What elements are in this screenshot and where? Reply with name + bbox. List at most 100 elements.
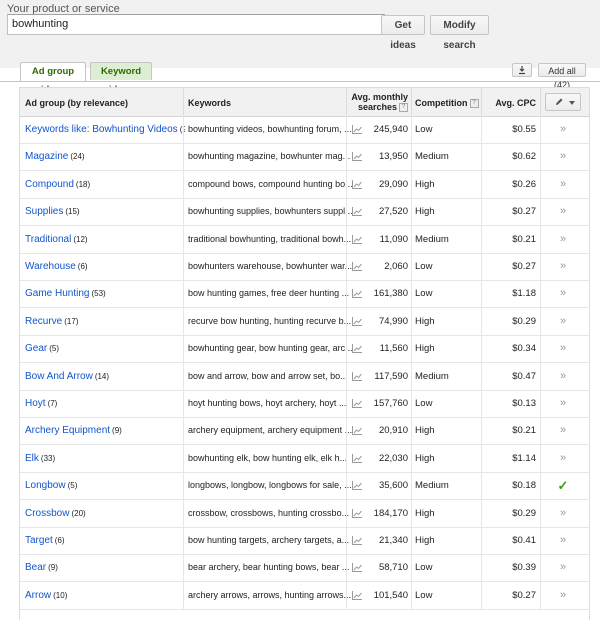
help-icon[interactable]: ? [469, 99, 479, 109]
add-to-plan-icon[interactable]: » [555, 253, 571, 280]
ad-group-name[interactable]: Bow And Arrow (14) [25, 363, 185, 390]
header-keywords[interactable]: Keywords [188, 98, 231, 108]
header-searches[interactable]: Avg. monthly searches? [348, 92, 408, 113]
keyword-count: (7) [47, 399, 58, 408]
trend-chart-icon[interactable] [352, 152, 362, 162]
ad-group-link[interactable]: Hoyt [25, 398, 46, 409]
ad-group-link[interactable]: Traditional [25, 234, 71, 245]
add-to-plan-icon[interactable]: » [555, 363, 571, 390]
ad-group-name[interactable]: Compound (18) [25, 171, 185, 198]
ad-group-link[interactable]: Magazine [25, 151, 68, 162]
tab-ad-group-ideas[interactable]: Ad group ideas [20, 62, 86, 95]
trend-chart-icon[interactable] [352, 207, 362, 217]
add-to-plan-icon[interactable]: » [555, 226, 571, 253]
header-competition[interactable]: Competition? [415, 98, 479, 109]
ad-group-link[interactable]: Bear [25, 562, 46, 573]
add-to-plan-icon[interactable]: » [555, 280, 571, 307]
trend-chart-icon[interactable] [352, 125, 362, 134]
ad-group-link[interactable]: Archery Equipment [25, 425, 110, 436]
add-to-plan-icon[interactable]: » [555, 582, 571, 609]
add-all-button[interactable]: Add all (42) [538, 63, 586, 90]
ad-group-name[interactable]: Gear (5) [25, 335, 185, 362]
add-to-plan-icon[interactable]: » [555, 500, 571, 527]
trend-chart-icon[interactable] [352, 316, 362, 326]
ad-group-name[interactable]: Hoyt (7) [25, 390, 185, 417]
ad-group-name[interactable]: Warehouse (6) [25, 253, 185, 280]
trend-chart-icon[interactable] [352, 481, 362, 491]
add-to-plan-icon[interactable]: » [555, 143, 571, 170]
tab-keyword-ideas[interactable]: Keyword ideas [90, 62, 152, 95]
ad-group-name[interactable]: Archery Equipment (9) [25, 417, 185, 444]
modify-search-button[interactable]: Modify search [430, 15, 489, 51]
ad-group-name[interactable]: Target (6) [25, 527, 185, 554]
keywords-preview: bear archery, bear hunting bows, bear ..… [188, 562, 350, 573]
ad-group-link[interactable]: Elk [25, 453, 39, 464]
header-ad-group[interactable]: Ad group (by relevance) [25, 98, 128, 108]
ad-group-name[interactable]: Recurve (17) [25, 308, 185, 335]
add-to-plan-icon[interactable]: » [555, 308, 571, 335]
trend-chart-icon[interactable] [352, 536, 362, 545]
added-check-icon[interactable]: ✓ [555, 472, 571, 499]
keywords-preview: traditional bowhunting, traditional bowh… [188, 233, 352, 244]
column-divider [481, 581, 482, 609]
ad-group-link[interactable]: Supplies [25, 206, 63, 217]
ad-group-link[interactable]: Arrow [25, 590, 51, 601]
ad-group-link[interactable]: Compound [25, 179, 74, 190]
ad-group-link[interactable]: Warehouse [25, 261, 76, 272]
column-divider [183, 225, 184, 253]
add-to-plan-icon[interactable]: » [555, 554, 571, 581]
trend-chart-icon[interactable] [352, 563, 362, 573]
ad-group-name[interactable]: Supplies (15) [25, 198, 185, 225]
ad-group-link[interactable]: Keywords like: Bowhunting Videos [25, 124, 178, 135]
get-ideas-button[interactable]: Get ideas [381, 15, 425, 51]
help-icon[interactable]: ? [399, 103, 408, 113]
ad-group-name[interactable]: Longbow (5) [25, 472, 185, 499]
column-options-button[interactable] [545, 93, 581, 111]
keywords-preview: bow hunting games, free deer hunting ... [188, 288, 350, 299]
header-avg-cpc[interactable]: Avg. CPC [490, 98, 536, 108]
column-divider [411, 444, 412, 472]
ad-group-name[interactable]: Traditional (12) [25, 226, 185, 253]
ad-group-name[interactable]: Elk (33) [25, 445, 185, 472]
ad-group-name[interactable]: Crossbow (20) [25, 500, 185, 527]
keyword-count: (14) [94, 371, 110, 381]
add-to-plan-icon[interactable]: » [555, 116, 571, 143]
add-to-plan-icon[interactable]: » [555, 335, 571, 362]
table-header: Ad group (by relevance) Keywords Avg. mo… [20, 88, 589, 117]
ad-group-name[interactable]: Arrow (10) [25, 582, 185, 609]
trend-chart-icon[interactable] [352, 262, 362, 271]
trend-chart-icon[interactable] [352, 590, 362, 600]
ad-group-link[interactable]: Gear [25, 343, 47, 354]
trend-chart-icon[interactable] [352, 399, 362, 408]
column-divider [540, 116, 541, 143]
ad-group-link[interactable]: Recurve [25, 316, 62, 327]
add-to-plan-icon[interactable]: » [555, 445, 571, 472]
ad-group-name[interactable]: Magazine (24) [25, 143, 185, 170]
ad-group-link[interactable]: Game Hunting [25, 288, 89, 299]
ad-group-link[interactable]: Crossbow [25, 508, 69, 519]
trend-chart-icon[interactable] [352, 508, 362, 518]
trend-chart-icon[interactable] [352, 344, 362, 354]
add-to-plan-icon[interactable]: » [555, 171, 571, 198]
ad-group-name[interactable]: Keywords like: Bowhunting Videos(23) [25, 116, 185, 143]
ad-group-name[interactable]: Bear (9) [25, 554, 185, 581]
ad-group-link[interactable]: Bow And Arrow [25, 371, 93, 382]
add-to-plan-icon[interactable]: » [555, 198, 571, 225]
column-divider [346, 472, 347, 500]
add-to-plan-icon[interactable]: » [555, 527, 571, 554]
trend-chart-icon[interactable] [352, 179, 362, 189]
column-divider [481, 335, 482, 363]
trend-chart-icon[interactable] [352, 234, 362, 244]
search-input[interactable]: bowhunting [7, 14, 385, 35]
trend-chart-icon[interactable] [352, 371, 362, 381]
add-to-plan-icon[interactable]: » [555, 417, 571, 444]
add-to-plan-icon[interactable]: » [555, 390, 571, 417]
ad-group-name[interactable]: Game Hunting (53) [25, 280, 185, 307]
table-row: Arrow (10) archery arrows, arrows, hunting… [20, 581, 589, 610]
ad-group-link[interactable]: Target [25, 535, 53, 546]
download-button[interactable] [512, 63, 532, 77]
trend-chart-icon[interactable] [352, 289, 362, 299]
trend-chart-icon[interactable] [352, 426, 362, 436]
ad-group-link[interactable]: Longbow [25, 480, 66, 491]
trend-chart-icon[interactable] [352, 453, 362, 463]
